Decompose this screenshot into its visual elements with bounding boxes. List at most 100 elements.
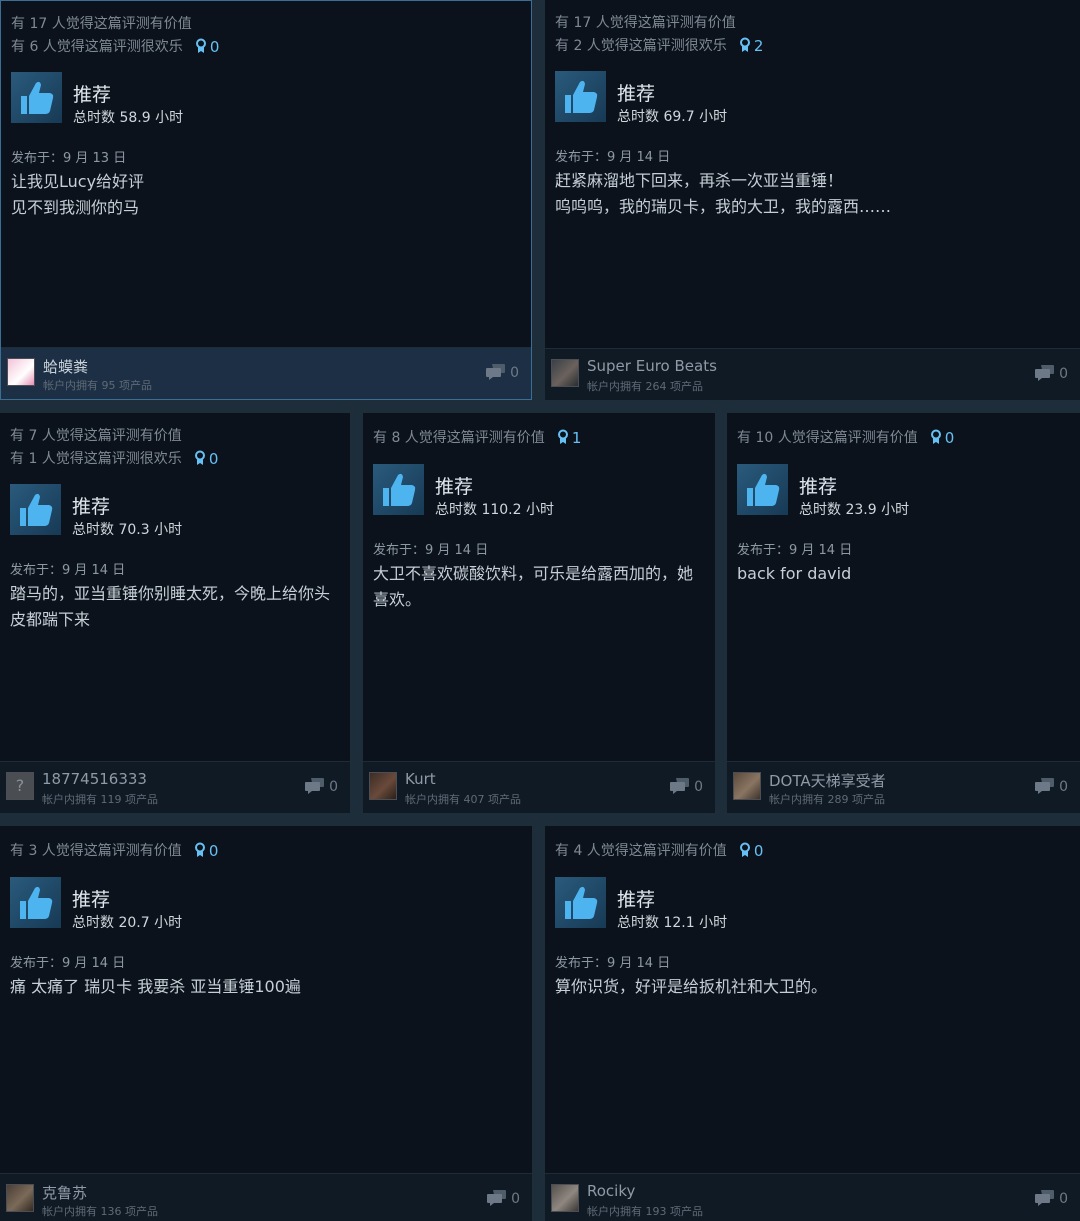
- award-button[interactable]: 1: [557, 429, 582, 447]
- review-line: 踏马的，亚当重锤你别睡太死，今晚上给你头: [10, 584, 331, 603]
- posted-date: 发布于：9 月 14 日: [555, 956, 671, 971]
- hours-played: 总时数 110.2 小时: [435, 502, 554, 518]
- award-count: 1: [571, 429, 582, 447]
- helpful-line: 有 4 人觉得这篇评测有价值 0: [555, 840, 763, 860]
- products-owned: 帐户内拥有 264 项产品: [587, 380, 703, 393]
- review-text: 大卫不喜欢碳酸饮料，可乐是给露西加的，她 喜欢。: [373, 561, 699, 613]
- recommendation-title: 推荐: [72, 889, 111, 911]
- username[interactable]: DOTA天梯享受者: [769, 770, 886, 791]
- recommendation-title: 推荐: [617, 83, 656, 105]
- award-button[interactable]: 0: [194, 842, 218, 860]
- products-owned: 帐户内拥有 136 项产品: [42, 1205, 158, 1218]
- award-icon: [739, 37, 750, 52]
- award-button[interactable]: 0: [739, 842, 764, 860]
- comment-count: 0: [1059, 1191, 1068, 1207]
- avatar[interactable]: ?: [6, 772, 34, 800]
- award-button[interactable]: 0: [194, 450, 219, 468]
- award-button[interactable]: 0: [195, 38, 219, 56]
- review-card[interactable]: 有 7 人觉得这篇评测有价值 有 1 人觉得这篇评测很欢乐 0 推荐 总时数 70…: [0, 413, 350, 813]
- review-text: back for david: [737, 561, 1064, 587]
- thumbs-up-icon: [555, 71, 606, 122]
- comment-count: 0: [511, 1191, 520, 1207]
- thumbs-up-icon: [373, 464, 424, 515]
- avatar[interactable]: [6, 1184, 34, 1212]
- comments-button[interactable]: 0: [1035, 777, 1068, 795]
- review-card[interactable]: 有 8 人觉得这篇评测有价值 1 推荐 总时数 110.2 小时 发布于：9 月 …: [363, 413, 715, 813]
- recommendation-title: 推荐: [73, 84, 112, 106]
- helpful-count: 有 7 人觉得这篇评测有价值: [10, 428, 182, 444]
- funny-count: 有 6 人觉得这篇评测很欢乐: [11, 39, 183, 55]
- helpful-count: 有 10 人觉得这篇评测有价值: [737, 430, 918, 446]
- products-owned: 帐户内拥有 407 项产品: [405, 793, 521, 806]
- helpful-line: 有 8 人觉得这篇评测有价值 1: [373, 427, 581, 447]
- avatar[interactable]: [733, 772, 761, 800]
- award-icon: [194, 450, 205, 465]
- comment-bubble-icon: [487, 1190, 507, 1206]
- award-count: 0: [208, 450, 219, 468]
- avatar[interactable]: [369, 772, 397, 800]
- username[interactable]: Kurt: [405, 770, 436, 788]
- review-text: 痛 太痛了 瑞贝卡 我要杀 亚当重锤100遍: [10, 974, 516, 1000]
- thumbs-up-icon: [10, 877, 61, 928]
- review-line: 让我见Lucy给好评: [11, 172, 145, 191]
- hours-played: 总时数 23.9 小时: [799, 502, 910, 518]
- posted-date: 发布于：9 月 14 日: [10, 563, 126, 578]
- review-text: 赶紧麻溜地下回来，再杀一次亚当重锤！ 呜呜呜，我的瑞贝卡，我的大卫，我的露西……: [555, 168, 1064, 220]
- comments-button[interactable]: 0: [670, 777, 703, 795]
- hours-played: 总时数 58.9 小时: [73, 110, 184, 126]
- award-button[interactable]: 0: [930, 429, 955, 447]
- comment-count: 0: [1059, 779, 1068, 795]
- award-count: 0: [753, 842, 764, 860]
- review-footer: DOTA天梯享受者 帐户内拥有 289 项产品 0: [727, 761, 1080, 813]
- review-line: back for david: [737, 564, 852, 583]
- products-owned: 帐户内拥有 289 项产品: [769, 793, 885, 806]
- avatar[interactable]: [551, 359, 579, 387]
- thumbs-up-icon: [555, 877, 606, 928]
- avatar[interactable]: [551, 1184, 579, 1212]
- helpful-count: 有 17 人觉得这篇评测有价值: [555, 15, 736, 31]
- review-card[interactable]: 有 10 人觉得这篇评测有价值 0 推荐 总时数 23.9 小时 发布于：9 月 …: [727, 413, 1080, 813]
- username[interactable]: Rociky: [587, 1182, 635, 1200]
- review-card[interactable]: 有 17 人觉得这篇评测有价值 有 6 人觉得这篇评测很欢乐 0 推荐 总时数 5…: [0, 0, 532, 400]
- comment-count: 0: [510, 365, 519, 381]
- comment-bubble-icon: [1035, 365, 1055, 381]
- review-card[interactable]: 有 17 人觉得这篇评测有价值 有 2 人觉得这篇评测很欢乐 2 推荐 总时数 6…: [545, 0, 1080, 400]
- award-icon: [739, 842, 750, 857]
- comment-count: 0: [1059, 366, 1068, 382]
- comment-count: 0: [329, 779, 338, 795]
- helpful-count: 有 8 人觉得这篇评测有价值: [373, 430, 545, 446]
- recommendation-title: 推荐: [617, 889, 656, 911]
- review-line: 大卫不喜欢碳酸饮料，可乐是给露西加的，她: [373, 564, 694, 583]
- avatar[interactable]: [7, 358, 35, 386]
- comments-button[interactable]: 0: [1035, 364, 1068, 382]
- award-icon: [194, 842, 205, 857]
- review-footer: 蛤蟆粪 帐户内拥有 95 项产品 0: [1, 347, 531, 399]
- review-line: 呜呜呜，我的瑞贝卡，我的大卫，我的露西……: [555, 197, 892, 216]
- award-icon: [930, 429, 941, 444]
- username[interactable]: 18774516333: [42, 770, 147, 788]
- posted-date: 发布于：9 月 14 日: [373, 543, 489, 558]
- username[interactable]: Super Euro Beats: [587, 357, 717, 375]
- comments-button[interactable]: 0: [1035, 1189, 1068, 1207]
- recommendation-title: 推荐: [799, 476, 838, 498]
- funny-count: 有 2 人觉得这篇评测很欢乐: [555, 38, 727, 54]
- review-footer: Kurt 帐户内拥有 407 项产品 0: [363, 761, 715, 813]
- hours-played: 总时数 69.7 小时: [617, 109, 728, 125]
- helpful-count: 有 4 人觉得这篇评测有价值: [555, 843, 727, 859]
- comments-button[interactable]: 0: [487, 1189, 520, 1207]
- award-button[interactable]: 2: [739, 37, 763, 55]
- username[interactable]: 蛤蟆粪: [43, 356, 88, 377]
- posted-date: 发布于：9 月 13 日: [11, 151, 127, 166]
- award-icon: [557, 429, 568, 444]
- funny-count: 有 1 人觉得这篇评测很欢乐: [10, 451, 182, 467]
- hours-played: 总时数 12.1 小时: [617, 915, 728, 931]
- comments-button[interactable]: 0: [305, 777, 338, 795]
- username[interactable]: 克鲁苏: [42, 1182, 87, 1203]
- review-footer: Rociky 帐户内拥有 193 项产品 0: [545, 1173, 1080, 1221]
- comments-button[interactable]: 0: [486, 363, 519, 381]
- review-footer: Super Euro Beats 帐户内拥有 264 项产品 0: [545, 348, 1080, 400]
- review-card[interactable]: 有 4 人觉得这篇评测有价值 0 推荐 总时数 12.1 小时 发布于：9 月 1…: [545, 826, 1080, 1221]
- hours-played: 总时数 20.7 小时: [72, 915, 183, 931]
- award-count: 0: [944, 429, 955, 447]
- review-card[interactable]: 有 3 人觉得这篇评测有价值 0 推荐 总时数 20.7 小时 发布于：9 月 1…: [0, 826, 532, 1221]
